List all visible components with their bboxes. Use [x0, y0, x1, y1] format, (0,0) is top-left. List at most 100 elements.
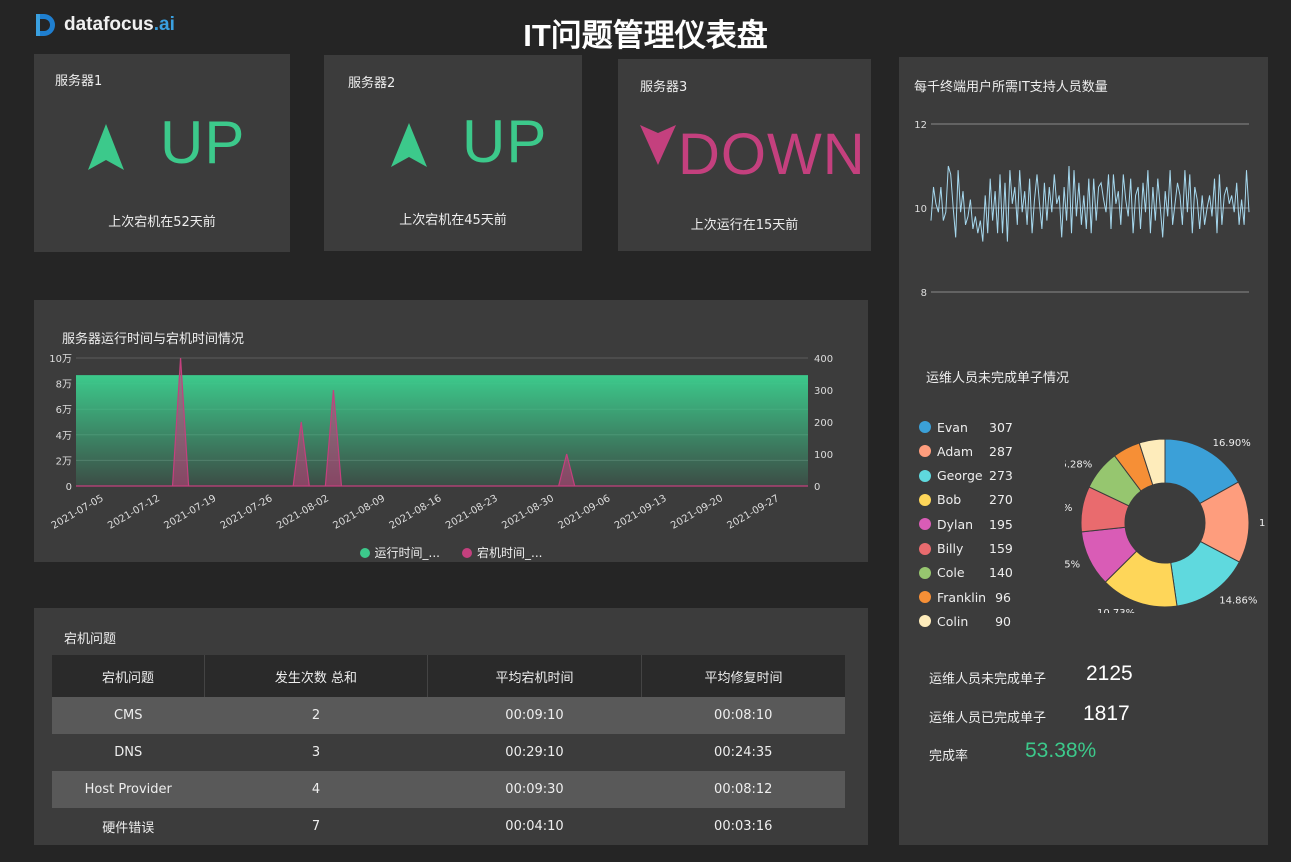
x-tick-label: 2021-09-13 [613, 493, 669, 532]
table-cell: 00:08:10 [641, 697, 845, 734]
y-tick-label: 10 [914, 204, 927, 215]
table-cell: 00:09:10 [427, 697, 642, 734]
legend-item-billy[interactable]: Billy 159 [919, 540, 1013, 558]
server-note: 上次运行在15天前 [690, 218, 799, 233]
table-row[interactable]: CMS 2 00:09:10 00:08:10 [52, 697, 845, 734]
legend-value: 159 [989, 541, 1013, 556]
legend-name: Franklin [937, 589, 987, 605]
table-cell: 4 [204, 771, 428, 808]
legend-item-franklin[interactable]: Franklin 96 [919, 588, 1011, 606]
kpi-incomplete-label: 运维人员未完成单子 [929, 672, 1047, 687]
column-header[interactable]: 平均修复时间 [641, 655, 845, 697]
kpi-rate-value: 53.38% [1025, 739, 1097, 762]
y-right-tick-label: 0 [814, 482, 820, 493]
table-cell: DNS [52, 734, 205, 771]
legend-dot-icon [919, 518, 931, 531]
legend-item-dylan[interactable]: Dylan 195 [919, 515, 1013, 533]
legend-value: 90 [995, 613, 1011, 629]
table-cell: 3 [204, 734, 428, 771]
legend-name: Cole [937, 565, 965, 581]
x-tick-label: 2021-08-23 [444, 493, 500, 532]
kpi-complete-label: 运维人员已完成单子 [929, 711, 1047, 726]
table-row[interactable]: 硬件错误 7 00:04:10 00:03:16 [52, 808, 845, 845]
legend-dot-icon [919, 445, 931, 458]
legend-dot-icon [919, 566, 931, 579]
arrow-up-icon [391, 123, 427, 167]
issues-table: 宕机问题 发生次数 总和 平均宕机时间 平均修复时间 CMS 2 00:09:1… [52, 655, 845, 845]
legend-item-uptime[interactable]: 运行时间_... [359, 544, 440, 561]
table-cell: 00:08:12 [641, 771, 845, 808]
server-status: UP [462, 108, 548, 175]
y-left-tick-label: 0 [66, 482, 72, 493]
y-left-tick-label: 8万 [56, 380, 72, 391]
table-cell: 00:03:16 [641, 808, 845, 845]
legend-value: 270 [989, 492, 1013, 508]
y-right-tick-label: 100 [814, 450, 833, 461]
y-tick-label: 8 [921, 288, 927, 299]
legend-name: Billy [937, 541, 964, 556]
table-cell: 2 [204, 697, 428, 734]
y-left-tick-label: 2万 [56, 456, 72, 467]
support-line-chart[interactable]: 8 10 12 [899, 97, 1268, 357]
issues-card: 宕机问题 宕机问题 发生次数 总和 平均宕机时间 平均修复时间 CMS 2 00… [34, 608, 868, 845]
percent-label: 5.28% [1065, 459, 1092, 470]
table-title: 宕机问题 [64, 632, 117, 647]
y-right-tick-label: 400 [814, 354, 833, 365]
column-header[interactable]: 宕机问题 [52, 655, 205, 697]
series-line [930, 165, 1250, 242]
percent-label: 8.75% [1065, 559, 1080, 570]
table-cell: 7 [204, 808, 428, 845]
server-status: DOWN [678, 122, 866, 187]
legend-name: Bob [937, 492, 962, 508]
legend-value: 140 [989, 565, 1013, 581]
uptime-chart-card: 服务器运行时间与宕机时间情况 0 2万 4万 6万 8万 10万 0 100 200 300 400… [34, 300, 868, 562]
arrow-up-icon [88, 124, 124, 170]
x-tick-label: 2021-07-05 [50, 493, 106, 532]
legend-item-bob[interactable]: Bob 270 [919, 491, 1013, 509]
server-card-2[interactable]: 服务器2 UP 上次宕机在45天前 [324, 55, 582, 251]
x-tick-label: 2021-09-06 [557, 493, 613, 532]
percent-label: 16.90% [1213, 438, 1251, 449]
legend-value: 96 [995, 589, 1011, 605]
uptime-chart[interactable]: 02万4万6万8万10万01002003004002021-07-05 2021-… [34, 300, 868, 562]
y-left-tick-label: 4万 [56, 431, 72, 442]
kpi-rate-label: 完成率 [929, 749, 969, 764]
tickets-donut-chart[interactable]: 16.90% 15.02% 14.86% 10.73% 8.75% 7.71% 5.28% [1065, 413, 1265, 613]
table-row[interactable]: Host Provider 4 00:09:30 00:08:12 [52, 771, 845, 808]
x-tick-label: 2021-07-26 [219, 493, 275, 532]
legend-dot-icon [919, 542, 931, 555]
x-tick-label: 2021-08-09 [331, 493, 387, 532]
legend-item-colin[interactable]: Colin 90 [919, 612, 1011, 630]
legend-item-downtime[interactable]: 宕机时间_... [462, 544, 542, 561]
table-cell: 00:29:10 [427, 734, 642, 771]
column-header[interactable]: 平均宕机时间 [427, 655, 642, 697]
legend-dot-icon [919, 421, 931, 433]
percent-label: 10.73% [1097, 608, 1135, 613]
legend-item-evan[interactable]: Evan 307 [919, 418, 1013, 436]
legend-item-george[interactable]: George 273 [919, 467, 1013, 485]
legend-dot-icon [919, 493, 931, 506]
column-header[interactable]: 发生次数 总和 [204, 655, 428, 697]
legend-item-cole[interactable]: Cole 140 [919, 564, 1013, 582]
legend-value: 307 [989, 419, 1013, 435]
server-status: UP [160, 109, 246, 176]
legend-item-adam[interactable]: Adam 287 [919, 442, 1013, 460]
legend-name: Dylan [937, 516, 974, 532]
server-card-1[interactable]: 服务器1 UP 上次宕机在52天前 [34, 54, 290, 252]
table-header-row: 宕机问题 发生次数 总和 平均宕机时间 平均修复时间 [52, 655, 845, 697]
table-cell: Host Provider [52, 771, 205, 808]
page-title: IT问题管理仪表盘 [523, 18, 768, 53]
table-row[interactable]: DNS 3 00:29:10 00:24:35 [52, 734, 845, 771]
kpi-incomplete-value: 2125 [1086, 662, 1133, 685]
table-cell: 硬件错误 [52, 808, 205, 845]
legend-dot-icon [462, 547, 472, 558]
legend-value: 195 [989, 516, 1013, 532]
table-cell: 00:24:35 [641, 734, 845, 771]
server-card-3[interactable]: 服务器3 DOWN 上次运行在15天前 [618, 59, 871, 251]
x-tick-label: 2021-08-16 [388, 493, 444, 532]
x-tick-label: 2021-09-27 [725, 493, 781, 532]
chart-title: 运维人员未完成单子情况 [926, 371, 1070, 386]
percent-label: 15.02% [1259, 518, 1265, 529]
server-note: 上次宕机在45天前 [399, 213, 507, 228]
server-note: 上次宕机在52天前 [108, 215, 216, 230]
